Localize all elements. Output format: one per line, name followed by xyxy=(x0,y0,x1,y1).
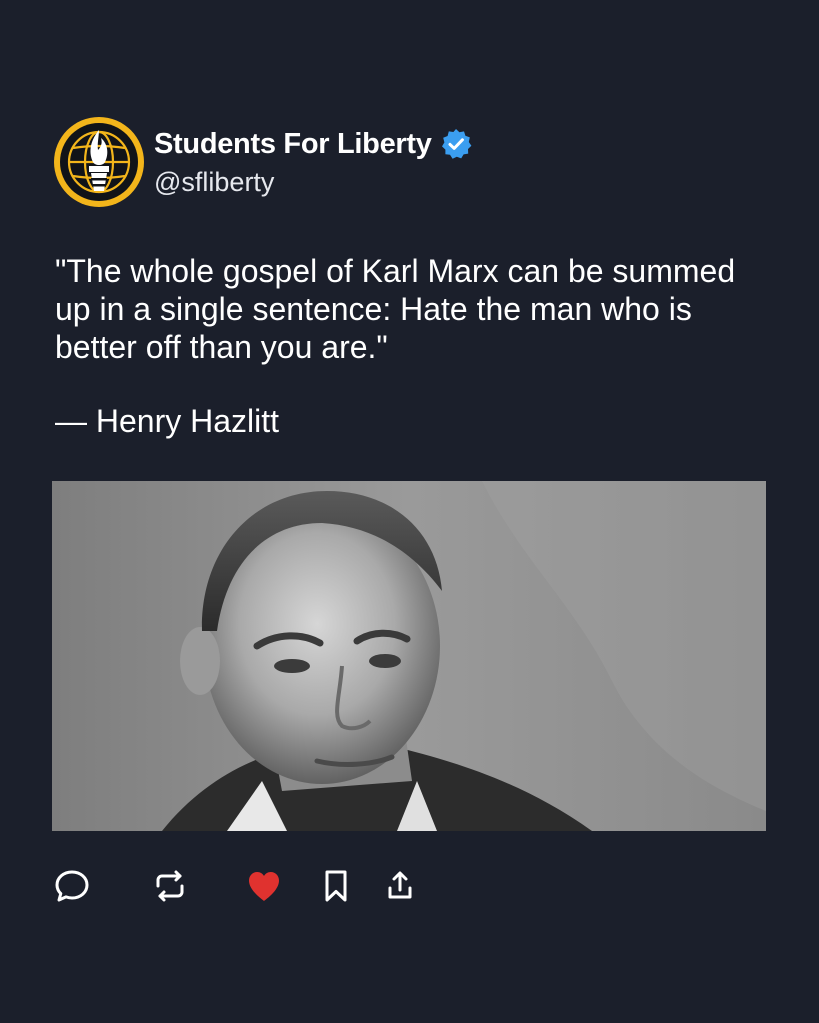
share-icon[interactable] xyxy=(380,866,420,906)
comment-icon[interactable] xyxy=(52,866,92,906)
verified-badge-icon xyxy=(440,128,472,160)
post-card: Students For Liberty @sfliberty "The who… xyxy=(0,0,819,1023)
torch-logo-icon[interactable] xyxy=(53,116,145,208)
repost-icon[interactable] xyxy=(150,866,190,906)
display-name-text: Students For Liberty xyxy=(154,128,432,160)
heart-icon[interactable] xyxy=(244,866,284,906)
bookmark-icon[interactable] xyxy=(316,866,356,906)
post-text: "The whole gospel of Karl Marx can be su… xyxy=(55,253,736,365)
user-handle[interactable]: @sfliberty xyxy=(154,166,274,198)
quote-attribution: — Henry Hazlitt xyxy=(55,403,280,439)
portrait-photo[interactable] xyxy=(52,481,766,831)
display-name[interactable]: Students For Liberty xyxy=(154,126,472,162)
